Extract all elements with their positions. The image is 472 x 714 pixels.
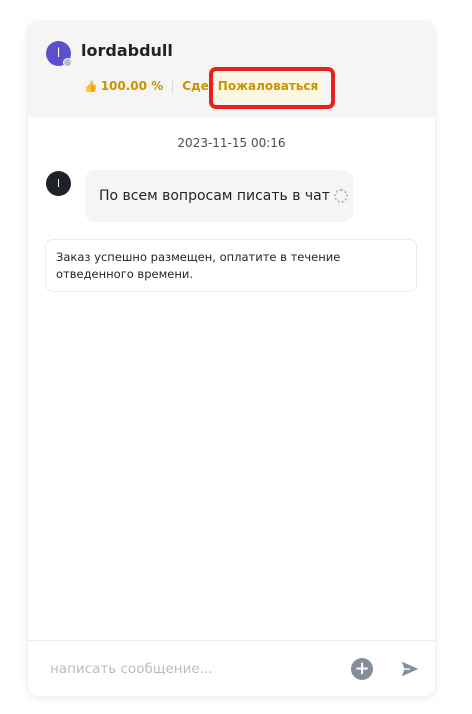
rating-value: 100.00 % — [100, 79, 164, 93]
chat-header: l lordabdull 👍 100.00 % Сделки Пожаловат… — [28, 22, 435, 117]
stats-divider — [172, 79, 174, 93]
loading-icon — [333, 189, 348, 203]
system-notice: Заказ успешно размещен, оплатите в течен… — [45, 239, 417, 292]
username[interactable]: lordabdull — [81, 41, 173, 60]
composer-bar: + — [28, 640, 435, 696]
send-icon[interactable] — [399, 658, 421, 680]
message-avatar: l — [46, 171, 71, 196]
message-timestamp: 2023-11-15 00:16 — [177, 136, 286, 150]
online-status-dot — [63, 58, 72, 67]
message-text: По всем вопросам писать в чат — [99, 188, 330, 204]
message-bubble: По всем вопросам писать в чат — [85, 170, 353, 222]
message-input[interactable] — [50, 657, 330, 681]
chat-panel: l lordabdull 👍 100.00 % Сделки Пожаловат… — [28, 22, 435, 696]
thumbs-up-icon: 👍 — [84, 79, 98, 93]
highlight-box — [209, 67, 335, 109]
plus-circle-icon[interactable]: + — [351, 658, 373, 680]
